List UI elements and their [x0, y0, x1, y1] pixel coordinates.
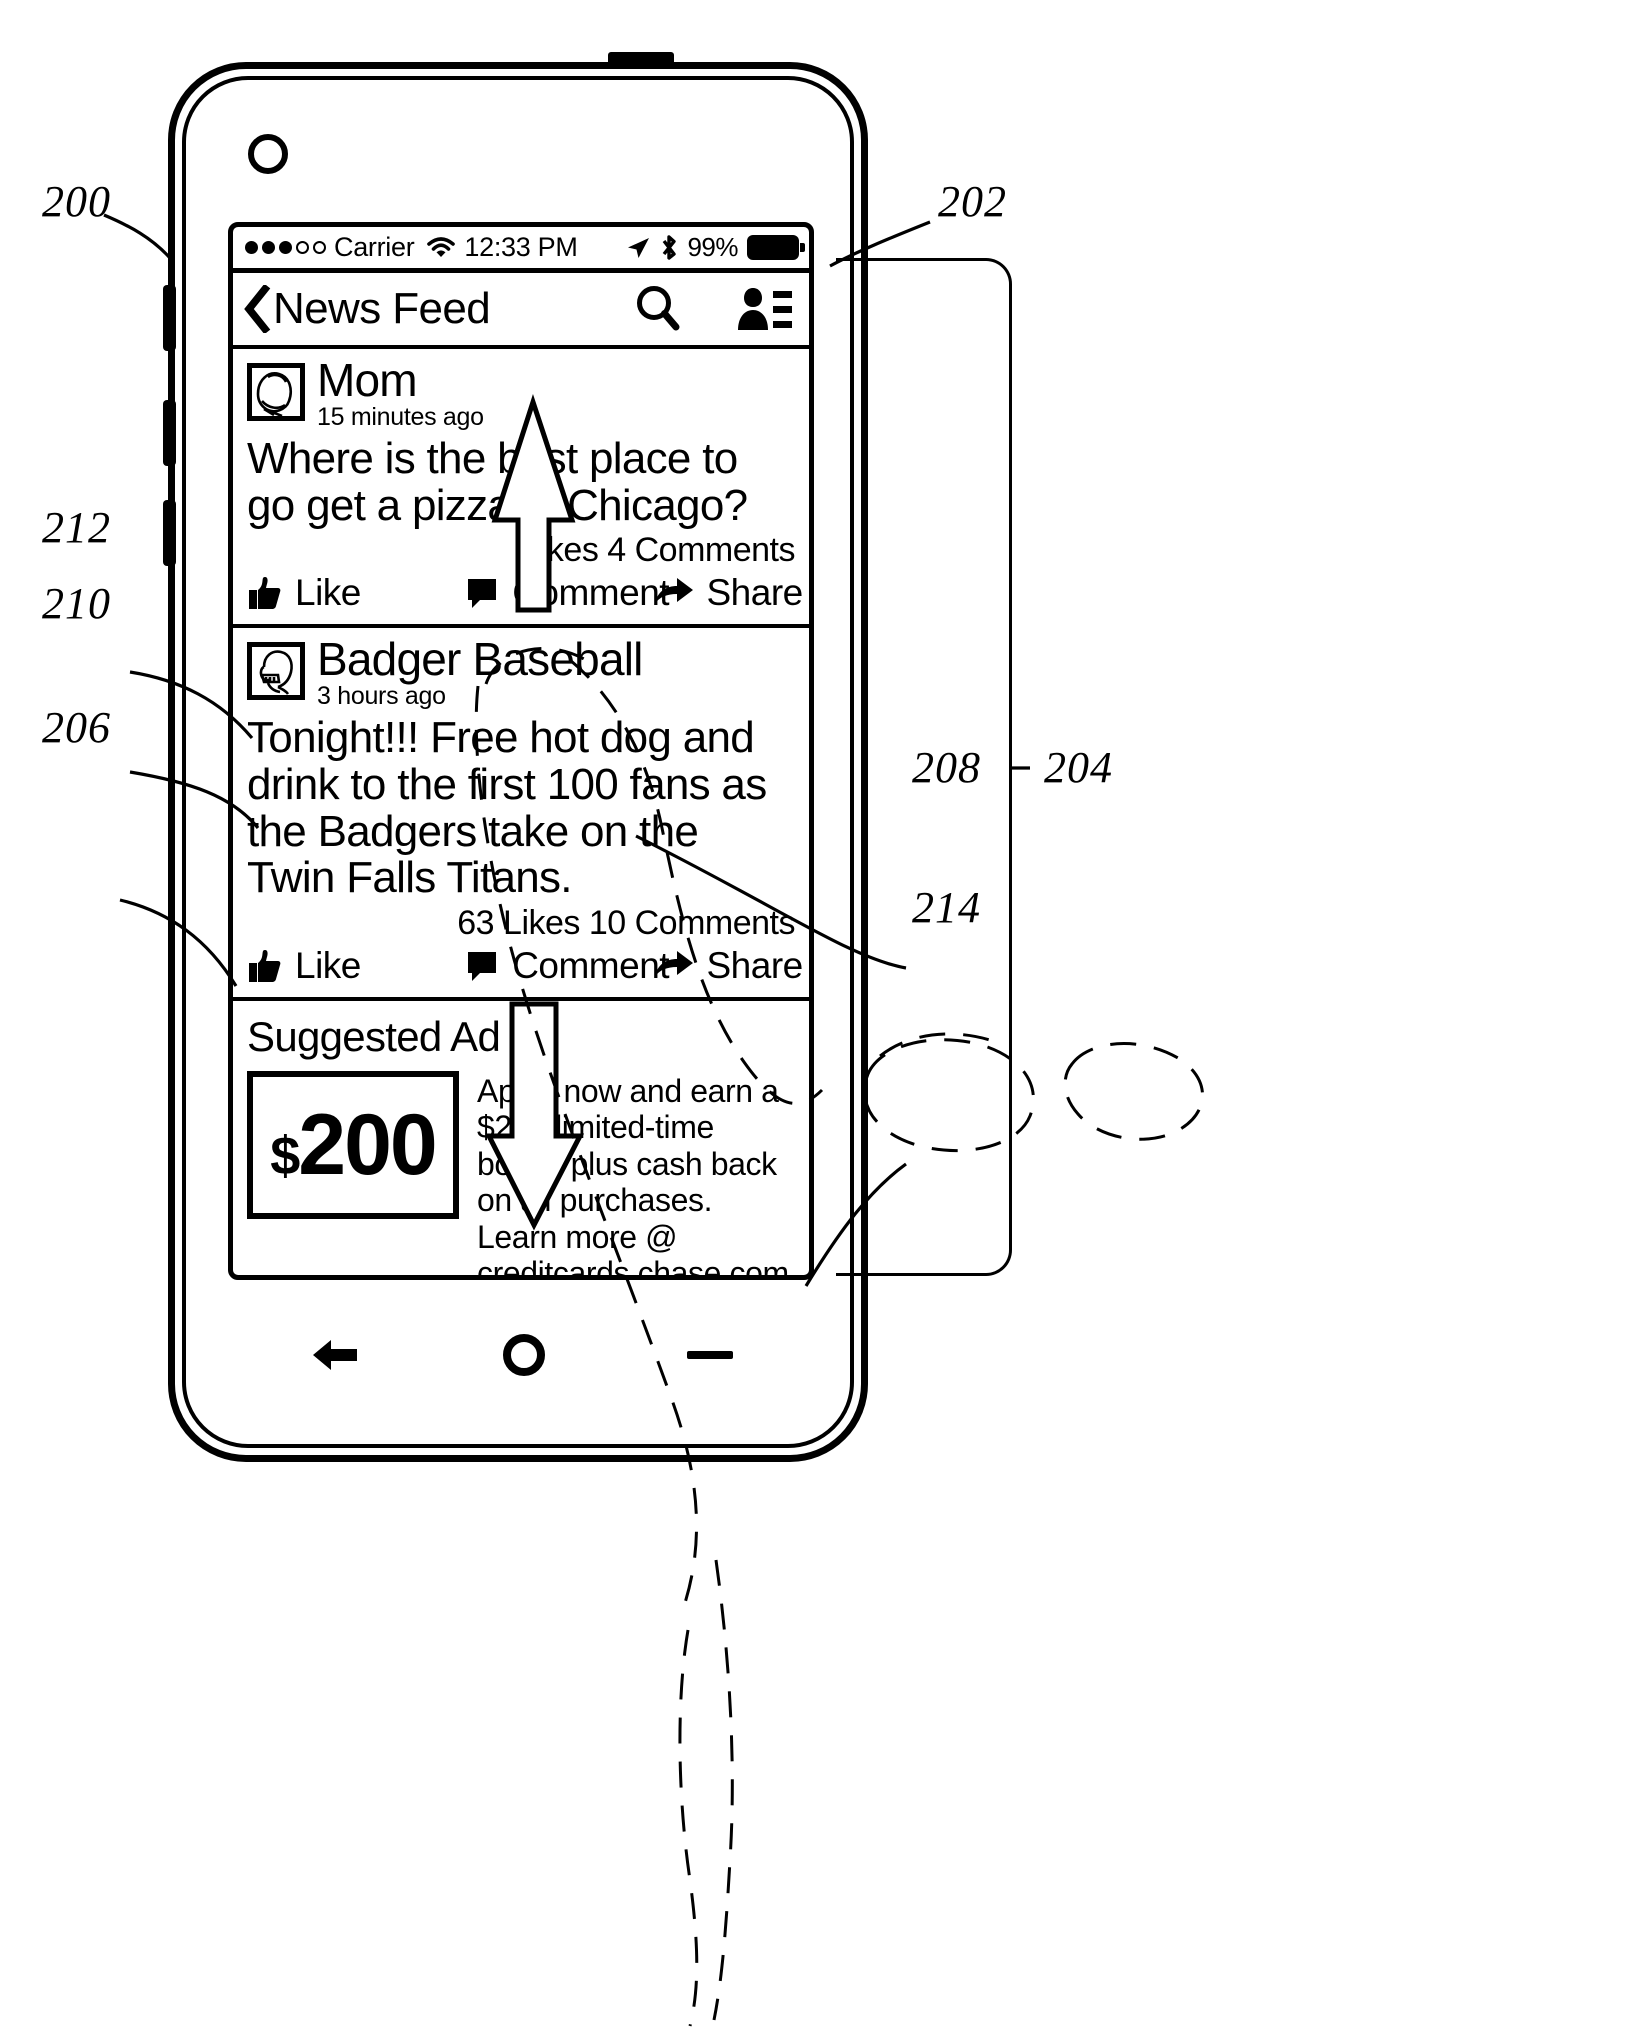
share-label: Share	[706, 572, 804, 614]
post-header: Badger Baseball 3 hours ago	[247, 636, 795, 709]
post-body-text: Tonight!!! Free hot dog and drink to the…	[247, 713, 767, 903]
phone-screen: Carrier 12:33 PM 99% News Feed Mom 15 mi…	[228, 222, 814, 1280]
comment-label: Comment	[512, 944, 670, 986]
side-button-volume-down[interactable]	[163, 500, 176, 566]
status-bar: Carrier 12:33 PM 99%	[233, 227, 809, 273]
signal-strength-icon	[245, 241, 326, 254]
thumbs-up-icon	[247, 575, 283, 611]
back-chevron-icon[interactable]	[243, 285, 271, 333]
post-meta: Mom 15 minutes ago	[317, 357, 484, 430]
post-author[interactable]: Mom	[317, 357, 484, 403]
post-engagement-counts[interactable]: 63 Likes 10 Comments	[247, 904, 795, 943]
hw-home-circle-icon[interactable]	[503, 1334, 545, 1376]
reference-numeral-210: 210	[42, 579, 111, 628]
status-bar-left: Carrier	[245, 232, 456, 263]
leader-line-200	[103, 213, 172, 260]
post-action-bar: Like Comment Share	[247, 572, 803, 614]
like-button[interactable]: Like	[247, 572, 466, 614]
ad-amount-value: 200	[298, 1096, 437, 1193]
thumbs-up-icon	[247, 948, 283, 984]
post-action-bar: Like Comment Share	[247, 945, 803, 987]
reference-numeral-202: 202	[938, 177, 1007, 226]
patent-figure: Carrier 12:33 PM 99% News Feed Mom 15 mi…	[0, 0, 1635, 2029]
ad-amount: $200	[270, 1096, 438, 1193]
ad-body-text: Apply now and earn a $200 limited-time b…	[477, 1072, 789, 1280]
app-nav-bar: News Feed	[233, 273, 809, 349]
post-timestamp: 3 hours ago	[317, 682, 446, 711]
post-timestamp: 15 minutes ago	[317, 403, 484, 431]
status-bar-right: 99%	[625, 232, 805, 263]
like-label: Like	[295, 944, 361, 986]
share-arrow-icon	[653, 950, 695, 982]
side-button-mute[interactable]	[163, 285, 176, 351]
reference-numeral-204: 204	[1044, 743, 1113, 792]
feed-post[interactable]: Mom 15 minutes ago Where is the best pla…	[233, 349, 809, 629]
front-camera-icon	[248, 134, 288, 174]
reference-numeral-206: 206	[42, 703, 111, 752]
side-button-volume-up[interactable]	[163, 400, 176, 466]
reference-numeral-214: 214	[912, 883, 981, 932]
hw-recent-bar-icon[interactable]	[687, 1351, 733, 1359]
reference-numeral-212: 212	[42, 503, 111, 552]
like-label: Like	[295, 572, 361, 614]
page-title: News Feed	[273, 284, 491, 333]
post-engagement-counts[interactable]: Likes 4 Comments	[247, 531, 795, 570]
suggested-ad-section[interactable]: Suggested Ad $200 Apply now and earn a $…	[233, 1001, 809, 1280]
reference-numeral-200: 200	[42, 177, 111, 226]
hw-back-arrow-icon[interactable]	[309, 1334, 361, 1376]
battery-full-icon	[747, 235, 805, 260]
reference-numeral-208: 208	[912, 743, 981, 792]
search-icon[interactable]	[635, 284, 681, 334]
comment-label: Comment	[512, 572, 670, 614]
suggested-ad-row: $200 Apply now and earn a $200 limited-t…	[247, 1070, 795, 1280]
share-button[interactable]: Share	[653, 572, 803, 614]
phone-speaker-notch	[608, 52, 674, 68]
battery-percent-label: 99%	[687, 232, 738, 262]
comment-button[interactable]: Comment	[466, 945, 670, 987]
share-label: Share	[706, 944, 804, 986]
like-button[interactable]: Like	[247, 945, 466, 987]
wifi-icon	[426, 236, 456, 260]
share-arrow-icon	[653, 577, 695, 609]
ad-currency-symbol: $	[270, 1125, 300, 1186]
comment-bubble-icon	[466, 576, 500, 610]
suggested-ad-title: Suggested Ad	[247, 1012, 501, 1060]
post-body-text: Where is the best place to go get a pizz…	[247, 434, 748, 530]
avatar-sketch-face-icon[interactable]	[247, 363, 305, 421]
bluetooth-icon	[660, 234, 678, 262]
ad-amount-box: $200	[247, 1070, 459, 1219]
post-author[interactable]: Badger Baseball	[317, 636, 643, 682]
comment-bubble-icon	[466, 949, 500, 983]
comment-button[interactable]: Comment	[466, 572, 670, 614]
post-header: Mom 15 minutes ago	[247, 357, 795, 430]
hardware-nav-bar	[238, 1310, 804, 1400]
nav-actions	[635, 284, 793, 334]
feed-post[interactable]: Badger Baseball 3 hours ago Tonight!!! F…	[233, 628, 809, 1001]
avatar-sketch-helmet-icon[interactable]	[247, 642, 305, 701]
share-button[interactable]: Share	[653, 945, 803, 987]
carrier-label: Carrier	[334, 232, 415, 262]
friends-list-icon[interactable]	[737, 284, 793, 334]
location-arrow-icon	[625, 235, 651, 261]
post-meta: Badger Baseball 3 hours ago	[317, 636, 643, 709]
